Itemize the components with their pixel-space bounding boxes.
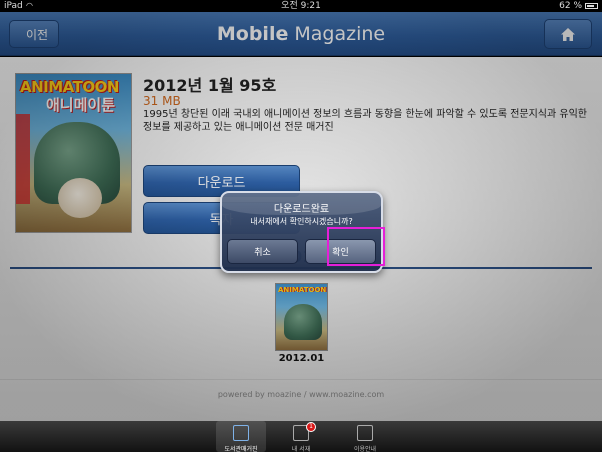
issue-thumbnail[interactable]: ANIMATOON	[275, 283, 328, 351]
confirm-highlight-box	[327, 227, 385, 266]
thumbnail-label: 2012.01	[278, 353, 325, 364]
title-bold: Mobile	[216, 23, 289, 45]
navigation-bar: 이전 Mobile Magazine	[0, 12, 602, 56]
clock: 오전 9:21	[281, 1, 321, 11]
footer-divider	[0, 379, 602, 380]
thumbnail-logo: ANIMATOON	[278, 286, 327, 294]
battery-percent: 62 %	[559, 1, 582, 11]
home-button[interactable]	[544, 19, 592, 49]
tab-label: 이용안내	[353, 446, 377, 452]
alert-cancel-label: 취소	[254, 248, 271, 258]
home-icon	[561, 27, 575, 41]
alert-message: 내서재에서 확인하시겠습니까?	[250, 217, 353, 226]
cover-strip	[16, 114, 30, 204]
tab-bar: 도서관매거진 1 내 서재 이용안내	[0, 421, 602, 452]
alert-cancel-button[interactable]: 취소	[227, 239, 298, 264]
title-rest: Magazine	[288, 23, 386, 45]
tab-label: 도서관매거진	[224, 446, 258, 452]
issue-description: 1995년 창단된 이래 국내외 애니메이션 정보의 흐름과 동향을 한눈에 파…	[143, 109, 587, 133]
tab-label: 내 서재	[291, 446, 311, 452]
issue-title: 2012년 1월 95호	[143, 76, 277, 95]
guide-document-icon	[357, 425, 373, 441]
download-button-label: 다운로드	[197, 175, 246, 191]
magazine-cover[interactable]: ANIMATOON 애니메이툰	[15, 73, 132, 233]
alert-title: 다운로드완료	[273, 204, 330, 215]
tab-library-magazine[interactable]: 도서관매거진	[216, 421, 266, 452]
cover-critter-illustration	[58, 178, 102, 218]
notification-badge: 1	[306, 422, 316, 432]
status-bar: iPad ◠ 오전 9:21 62 %	[0, 0, 602, 12]
tab-my-library[interactable]: 1 내 서재	[276, 421, 326, 452]
tab-user-guide[interactable]: 이용안내	[340, 421, 390, 452]
page-title: Mobile Magazine	[0, 23, 602, 45]
library-book-icon	[233, 425, 249, 441]
cover-subtitle: 애니메이툰	[46, 96, 116, 114]
file-size: 31 MB	[143, 94, 181, 108]
thumbnail-illustration	[284, 304, 322, 340]
powered-by: powered by moazine / www.moazine.com	[217, 390, 385, 399]
battery-icon	[585, 3, 598, 9]
